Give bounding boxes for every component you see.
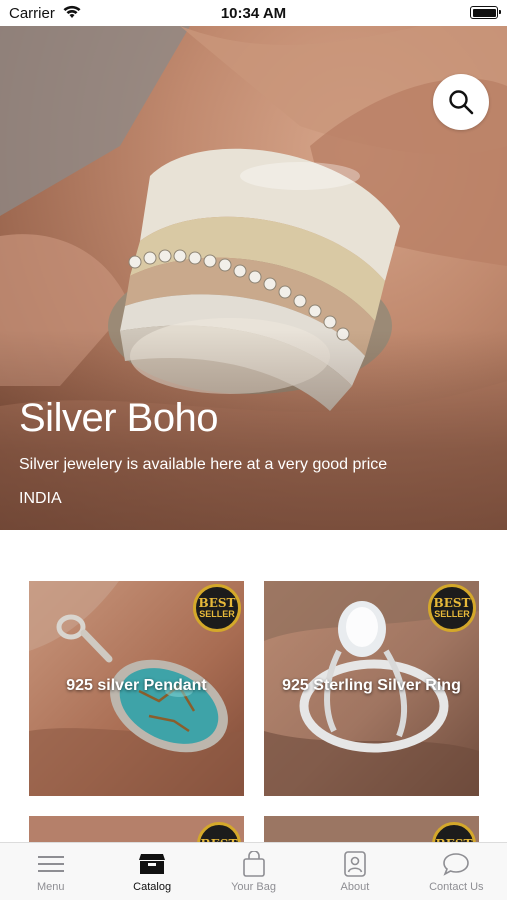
best-seller-badge: BEST SELLER <box>428 584 476 632</box>
hero-subtitle: Silver jewelery is available here at a v… <box>19 456 388 473</box>
tab-about[interactable]: About <box>304 843 405 900</box>
product-label: 925 Sterling Silver Ring <box>282 677 461 694</box>
status-bar: Carrier 10:34 AM <box>0 0 507 26</box>
hero-location: INDIA <box>19 490 62 507</box>
bag-icon <box>239 851 269 877</box>
tab-label: Menu <box>36 881 65 893</box>
badge-seller-text: SELLER <box>199 608 235 619</box>
badge-best-text: BEST <box>198 595 236 610</box>
badge-seller-text: SELLER <box>434 608 470 619</box>
tab-catalog[interactable]: Catalog <box>101 843 202 900</box>
chat-icon <box>441 851 471 877</box>
catalog-icon <box>137 851 167 877</box>
status-time: 10:34 AM <box>220 5 287 22</box>
product-card-ring[interactable]: BEST SELLER 925 Sterling Silver Ring <box>264 581 479 796</box>
tab-label: Catalog <box>133 881 172 893</box>
tab-menu[interactable]: Menu <box>0 843 101 900</box>
hero-banner: Silver Boho Silver jewelery is available… <box>0 26 507 530</box>
tab-bag[interactable]: Your Bag <box>203 843 304 900</box>
tab-label: Your Bag <box>231 881 276 893</box>
product-label: 925 silver Pendant <box>66 677 207 694</box>
menu-icon <box>36 851 66 877</box>
tab-bar: Menu Catalog Your Bag About Contact Us <box>0 842 507 900</box>
tab-label: About <box>340 881 370 893</box>
hero-title: Silver Boho <box>19 396 219 440</box>
tab-contact[interactable]: Contact Us <box>406 843 507 900</box>
tab-label: Contact Us <box>429 881 484 893</box>
badge-best-text: BEST <box>433 595 471 610</box>
search-button[interactable] <box>433 74 489 130</box>
product-card-pendant[interactable]: BEST SELLER 925 silver Pendant <box>29 581 244 796</box>
about-icon <box>340 851 370 877</box>
search-icon <box>449 90 474 115</box>
best-seller-badge: BEST SELLER <box>193 584 241 632</box>
battery-icon <box>470 6 501 19</box>
